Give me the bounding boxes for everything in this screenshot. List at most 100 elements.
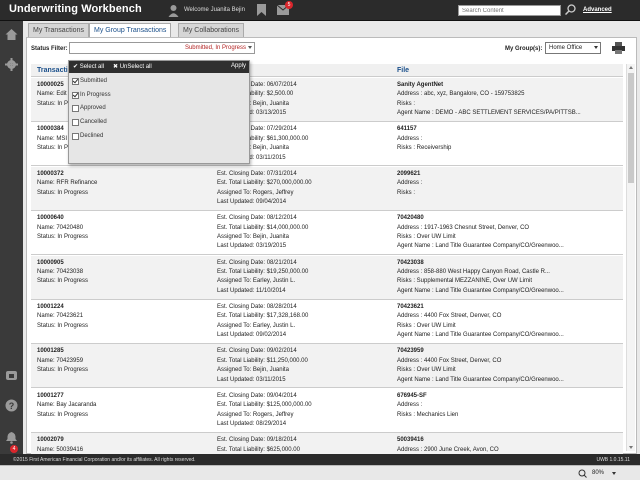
checkbox[interactable] <box>72 91 79 99</box>
row-address: Address : 4400 Fox Street, Denver, CO <box>397 357 502 364</box>
version-text: UWB 1.0.15.11 <box>596 457 630 463</box>
table-row[interactable]: 10000905 Name: 70423038 Status: In Progres… <box>31 255 623 300</box>
mail-count-badge: 5 <box>285 1 293 9</box>
search-icon[interactable] <box>565 4 576 15</box>
advanced-search-link[interactable]: Advanced <box>583 7 612 13</box>
row-status: Status: In Progress <box>37 234 89 240</box>
row-closing: Est. Closing Date: 09/04/2014 <box>217 392 297 399</box>
status-filter-value: Submitted, In Progress <box>184 45 246 51</box>
table-row[interactable]: 10000372 Name: RFR Refinance Status: In Pr… <box>31 166 623 211</box>
column-header-file[interactable]: File <box>397 67 409 74</box>
row-extra: Agent Name : Land Title Guarantee Compan… <box>397 243 564 250</box>
table-row[interactable]: 10000640 Name: 70420480 Status: In Progres… <box>31 211 623 256</box>
zoom-icon[interactable] <box>578 469 587 478</box>
unselect-all-button[interactable]: ✖ UnSelect all <box>113 63 152 70</box>
status-option[interactable]: Approved <box>72 104 106 113</box>
row-id[interactable]: 10002079 <box>37 436 187 445</box>
transaction-cell: 10001224 Name: 70423621 Status: In Progres… <box>37 303 187 331</box>
checkbox[interactable] <box>72 78 79 85</box>
row-id[interactable]: 10000640 <box>37 214 187 223</box>
app-title: Underwriting Workbench <box>9 3 142 15</box>
svg-text:?: ? <box>9 401 15 411</box>
row-id[interactable]: 10001277 <box>37 392 187 401</box>
row-updated: Last Updated: 09/02/2014 <box>217 332 287 339</box>
status-option[interactable]: In Progress <box>72 91 111 100</box>
dropdown-toolbar: ✔ Select all ✖ UnSelect all Apply <box>69 61 249 73</box>
file-cell: 50039416 Address : 2900 June Creek, Avon,… <box>397 436 619 455</box>
status-filter-select[interactable]: Submitted, In Progress <box>69 42 255 54</box>
row-id[interactable]: 10000905 <box>37 259 187 268</box>
chevron-down-icon <box>594 46 598 49</box>
file-cell: 676945-SF Address : Risks : Mechanics Lien <box>397 392 619 420</box>
footer: ©2015 First American Financial Corporati… <box>0 454 640 465</box>
row-file[interactable]: 70423038 <box>397 259 619 268</box>
gear-icon[interactable] <box>5 58 18 71</box>
status-option-label: Declined <box>80 132 104 139</box>
apply-button[interactable]: Apply <box>231 63 246 69</box>
select-all-label: Select all <box>79 64 105 70</box>
row-file[interactable]: 676945-SF <box>397 392 619 401</box>
home-icon[interactable] <box>5 28 18 41</box>
user-icon[interactable] <box>168 4 179 17</box>
tab-my-group-transactions[interactable]: My Group Transactions <box>89 23 172 38</box>
table-row[interactable]: 10001224 Name: 70423621 Status: In Progres… <box>31 300 623 344</box>
row-file[interactable]: Sanity AgentNet <box>397 81 619 90</box>
scroll-down-arrow-icon[interactable] <box>629 446 633 449</box>
row-updated: Last Updated: 03/11/2015 <box>217 376 286 383</box>
row-file[interactable]: 2099621 <box>397 170 619 179</box>
status-option[interactable]: Declined <box>72 132 103 141</box>
row-closing: Est. Closing Date: 09/18/2014 <box>217 437 297 444</box>
vertical-scrollbar[interactable] <box>626 64 635 451</box>
row-file[interactable]: 70423959 <box>397 347 619 356</box>
group-select-value: Home Office <box>549 45 583 51</box>
row-assigned: Assigned To: Rogers, Jeffrey <box>217 411 294 418</box>
row-file[interactable]: 70420480 <box>397 214 619 223</box>
table-row[interactable]: 10001277 Name: Bay Jacaranda Status: In Pr… <box>31 389 623 433</box>
help-icon[interactable]: ? <box>5 399 18 412</box>
row-closing: Est. Closing Date: 08/21/2014 <box>217 259 297 266</box>
checkbox[interactable] <box>72 132 79 140</box>
bell-icon[interactable] <box>5 431 18 444</box>
row-extra: Agent Name : Land Title Guarantee Compan… <box>397 287 564 294</box>
status-option[interactable]: Cancelled <box>72 118 107 127</box>
tab-my-collaborations[interactable]: My Collaborations <box>178 23 245 37</box>
chevron-down-icon[interactable] <box>612 472 616 475</box>
file-cell: 70423959 Address : 4400 Fox Street, Denve… <box>397 347 619 385</box>
printer-icon[interactable] <box>612 42 625 54</box>
status-option-label: Approved <box>80 105 106 112</box>
row-address: Address : 858-880 West Happy Canyon Road… <box>397 269 550 275</box>
dates-cell: Est. Closing Date: 08/12/2014 Est. Total … <box>217 214 387 252</box>
transaction-cell: 10001277 Name: Bay Jacaranda Status: In Pr… <box>37 392 187 420</box>
status-option[interactable]: Submitted <box>72 77 107 86</box>
dates-cell: Est. Closing Date: 08/21/2014 Est. Total … <box>217 259 387 297</box>
dates-cell: Est. Closing Date: 09/04/2014 Est. Total … <box>217 392 387 430</box>
phone-icon[interactable] <box>5 369 18 382</box>
zoom-level[interactable]: 80% <box>592 470 604 476</box>
scroll-thumb[interactable] <box>628 73 634 183</box>
status-option-label: Submitted <box>80 78 108 84</box>
row-file[interactable]: 70423621 <box>397 303 619 312</box>
row-file[interactable]: 50039416 <box>397 436 619 445</box>
row-closing: Est. Closing Date: 08/28/2014 <box>217 304 297 310</box>
checkbox[interactable] <box>72 119 79 127</box>
file-cell: 70423038 Address : 858-880 West Happy Can… <box>397 259 619 297</box>
row-risks: Risks : Mechanics Lien <box>397 411 459 418</box>
row-id[interactable]: 10000372 <box>37 170 187 179</box>
top-bar: Underwriting Workbench Welcome Juanita B… <box>0 0 640 21</box>
select-all-button[interactable]: ✔ Select all <box>73 63 104 70</box>
checkbox[interactable] <box>72 105 79 113</box>
row-id[interactable]: 10001285 <box>37 347 187 356</box>
table-row[interactable]: 10001285 Name: 70423959 Status: In Progres… <box>31 344 623 389</box>
row-updated: Last Updated: 11/10/2014 <box>217 287 286 294</box>
search-input[interactable] <box>458 5 561 16</box>
row-status: Status: In Progress <box>37 278 89 285</box>
row-updated: Last Updated: 03/19/2015 <box>217 243 287 250</box>
scroll-up-arrow-icon[interactable] <box>629 66 633 69</box>
bookmark-icon[interactable] <box>257 4 266 16</box>
tab-my-transactions[interactable]: My Transactions <box>28 23 89 37</box>
row-file[interactable]: 641157 <box>397 125 619 134</box>
welcome-text: Welcome Juanita Bejin <box>184 7 245 13</box>
alert-count-badge: 4 <box>10 445 18 453</box>
group-select[interactable]: Home Office <box>545 42 601 54</box>
row-id[interactable]: 10001224 <box>37 303 187 312</box>
